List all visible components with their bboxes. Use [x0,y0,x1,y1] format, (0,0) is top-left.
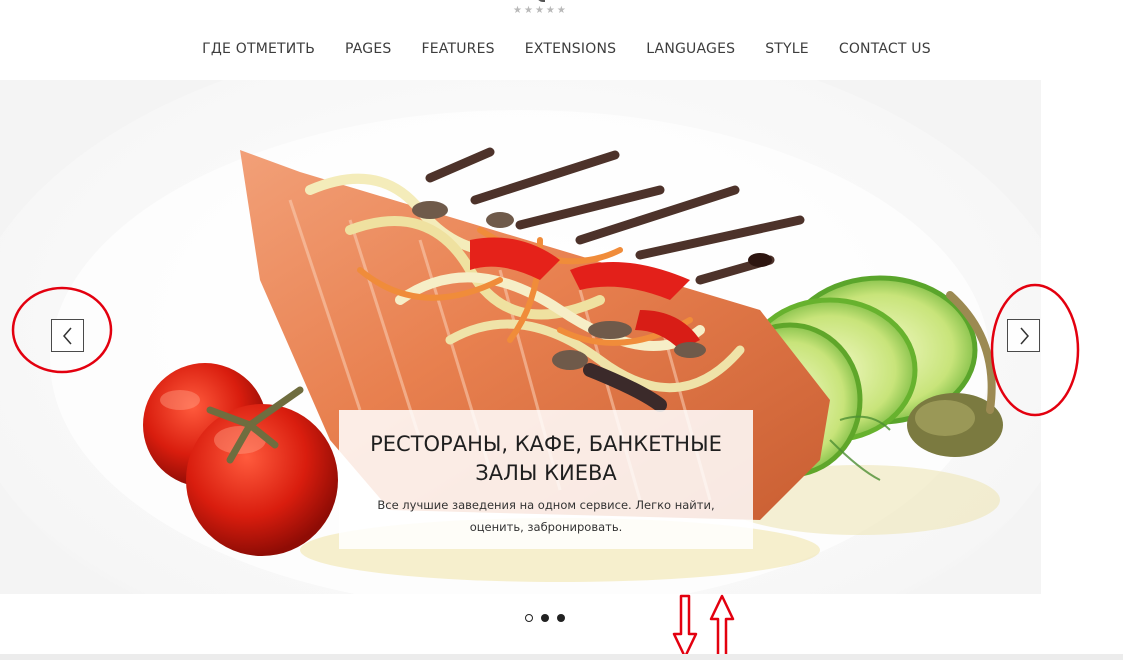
star-icon: ★ [513,5,522,16]
nav-item-languages[interactable]: LANGUAGES [646,41,735,57]
chevron-right-icon [1019,327,1029,344]
slide-caption: РЕСТОРАНЫ, КАФЕ, БАНКЕТНЫЕ ЗАЛЫ КИЕВА Вс… [339,410,753,549]
annotation-arrow-down-icon [672,594,698,659]
star-icon: ★ [545,5,555,16]
caption-text: Все лучшие заведения на одном сервисе. Л… [377,498,715,534]
nav-item-pages[interactable]: PAGES [345,41,391,57]
star-icon: ★ [534,5,544,16]
annotation-arrow-up-icon [709,594,735,660]
main-navigation: ГДЕ ОТМЕТИТЬ PAGES FEATURES EXTENSIONS L… [0,41,1123,57]
star-icon: ★ [523,5,533,16]
hero-slider: РЕСТОРАНЫ, КАФЕ, БАНКЕТНЫЕ ЗАЛЫ КИЕВА Вс… [0,80,1041,594]
nav-item-features[interactable]: FEATURES [422,41,495,57]
slider-dot[interactable] [557,614,565,622]
slider-dot[interactable] [525,614,533,622]
page-footer-strip [0,654,1123,660]
rating-stars: ★ ★ ★ ★ ★ [513,5,566,17]
nav-item-where-to-celebrate[interactable]: ГДЕ ОТМЕТИТЬ [202,41,315,57]
nav-item-style[interactable]: STYLE [765,41,809,57]
slider-next-button[interactable] [1007,319,1040,352]
caption-title: РЕСТОРАНЫ, КАФЕ, БАНКЕТНЫЕ ЗАЛЫ КИЕВА [370,432,722,485]
nav-item-extensions[interactable]: EXTENSIONS [525,41,616,57]
logo-fragment [537,0,545,2]
nav-item-contact-us[interactable]: CONTACT US [839,41,931,57]
slider-dot[interactable] [541,614,549,622]
slider-pagination [525,614,565,622]
chevron-left-icon [62,327,72,344]
slider-prev-button[interactable] [51,319,84,352]
star-icon: ★ [556,5,566,16]
